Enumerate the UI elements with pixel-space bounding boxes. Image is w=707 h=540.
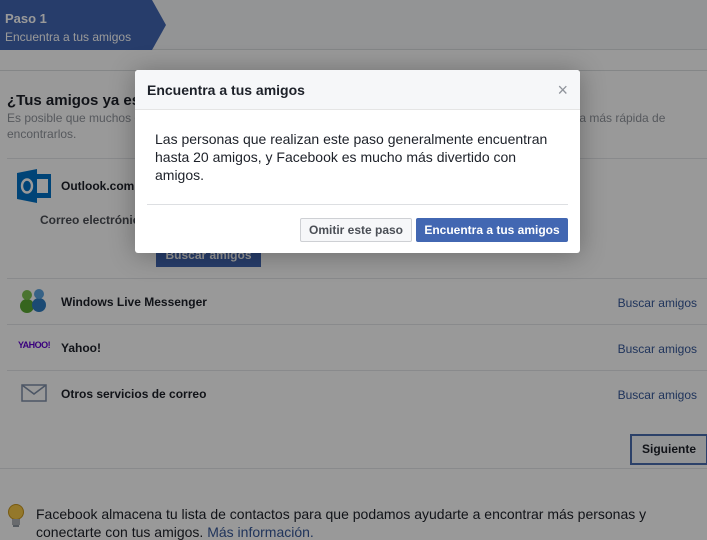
- dialog-footer: Omitir este paso Encuentra a tus amigos: [147, 204, 568, 242]
- skip-step-button[interactable]: Omitir este paso: [300, 218, 412, 242]
- dialog-body: Las personas que realizan este paso gene…: [155, 131, 548, 183]
- dialog-header: Encuentra a tus amigos ×: [135, 70, 580, 110]
- close-icon[interactable]: ×: [557, 81, 568, 99]
- find-friends-button[interactable]: Encuentra a tus amigos: [416, 218, 568, 242]
- dialog-title: Encuentra a tus amigos: [147, 82, 305, 98]
- find-friends-dialog: Encuentra a tus amigos × Las personas qu…: [135, 70, 580, 253]
